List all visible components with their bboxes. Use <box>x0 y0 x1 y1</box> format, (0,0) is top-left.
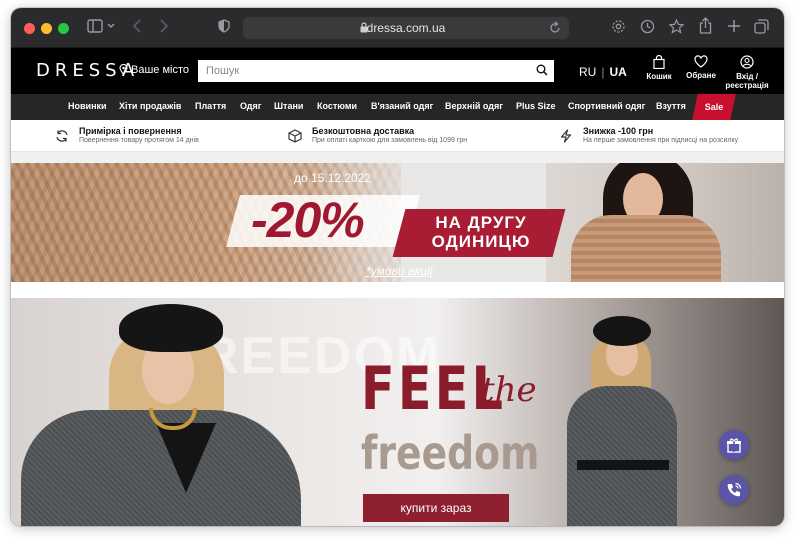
hero-model2-hat <box>593 316 651 346</box>
chevron-down-icon[interactable] <box>107 23 115 29</box>
back-icon[interactable] <box>132 19 142 33</box>
favorites-label: Обране <box>686 71 716 80</box>
hero-model2-coat <box>567 386 677 526</box>
lang-ua[interactable]: UA <box>609 65 626 79</box>
nav-item-shoes[interactable]: Взуття <box>656 101 686 111</box>
star-icon[interactable] <box>669 19 684 34</box>
forward-icon[interactable] <box>159 19 169 33</box>
promo-model-sweater <box>571 215 721 282</box>
promo-date: до 15.12.2022 <box>294 171 372 185</box>
hero-model1-collar <box>156 423 216 493</box>
share-icon[interactable] <box>699 17 712 34</box>
bag-icon <box>653 55 665 69</box>
gear-icon[interactable] <box>611 19 626 34</box>
nav-item-knitwear[interactable]: В'язаний одяг <box>371 101 433 111</box>
nav-item-sportswear[interactable]: Спортивний одяг <box>568 101 645 111</box>
nav-item-suits[interactable]: Костюми <box>317 101 357 111</box>
login-button[interactable]: Вхід / реєстрація <box>724 55 770 90</box>
url-text: dressa.com.ua <box>366 21 446 35</box>
login-label-line1: Вхід / <box>736 72 758 81</box>
nav-item-pants[interactable]: Штани <box>274 101 303 111</box>
heart-icon <box>694 55 708 68</box>
nav-item-dresses[interactable]: Плаття <box>195 101 226 111</box>
promo-percent: -20% <box>251 192 365 248</box>
shield-icon[interactable] <box>218 19 230 33</box>
gift-button[interactable] <box>719 430 749 460</box>
benefit-title: Безкоштовна доставка <box>312 126 415 136</box>
nav-item-outerwear[interactable]: Верхній одяг <box>445 101 503 111</box>
cart-label: Кошик <box>646 72 672 81</box>
city-label: Ваше місто <box>131 64 189 76</box>
hero-banner[interactable]: REEDOM FEEL the freedom купити зараз <box>11 298 784 526</box>
hero-title-freedom: freedom <box>361 426 540 480</box>
benefit-subtitle: При оплаті карткою для замовлень від 109… <box>312 137 468 144</box>
site-header: DRESSA Ваше місто RU|UA Кошик Об <box>11 48 784 94</box>
benefit-subtitle: Повернення товару протягом 14 днів <box>79 137 199 144</box>
lightning-icon <box>560 129 572 143</box>
zoom-window-button[interactable] <box>58 23 69 34</box>
sidebar-icon[interactable] <box>87 19 103 33</box>
gift-icon <box>727 438 741 453</box>
nav-item-bestsellers[interactable]: Хіти продажів <box>119 101 181 111</box>
close-window-button[interactable] <box>24 23 35 34</box>
search-icon[interactable] <box>536 64 548 76</box>
benefit-title: Примірка і повернення <box>79 126 182 136</box>
language-switcher: RU | UA <box>579 65 627 79</box>
promo-ribbon-text: НА ДРУГУ ОДИНИЦЮ <box>406 213 556 251</box>
lang-ru[interactable]: RU <box>579 65 596 79</box>
hero-model1-hat <box>119 304 223 352</box>
cart-button[interactable]: Кошик <box>644 55 674 81</box>
section-divider <box>11 282 784 298</box>
promo-terms-link[interactable]: *умови акції <box>366 264 432 278</box>
call-button[interactable] <box>719 475 749 505</box>
benefits-bar: Примірка і повернення Повернення товару … <box>11 120 784 152</box>
nav-item-plus-size[interactable]: Plus Size <box>516 101 556 111</box>
nav-item-new[interactable]: Новинки <box>68 101 107 111</box>
benefit-title: Знижка -100 грн <box>583 126 654 136</box>
phone-icon <box>727 482 742 497</box>
login-label-line2: реєстрація <box>725 81 769 90</box>
browser-window: dressa.com.ua DRESSA Ваше місто Пошук RU… <box>11 8 784 526</box>
nav-item-sale[interactable]: Sale <box>692 94 736 120</box>
city-selector[interactable]: Ваше місто <box>119 63 189 76</box>
ribbon-line2: ОДИНИЦЮ <box>431 232 531 251</box>
reload-icon[interactable] <box>549 21 561 34</box>
refresh-icon <box>56 130 68 142</box>
address-bar[interactable]: dressa.com.ua <box>243 17 569 39</box>
browser-toolbar: dressa.com.ua <box>11 8 784 48</box>
section-divider <box>11 152 784 163</box>
history-icon[interactable] <box>640 19 655 34</box>
benefit-subtitle: На перше замовлення при підписці на розс… <box>583 137 739 144</box>
search-input[interactable] <box>198 60 554 82</box>
nav-item-clothing[interactable]: Одяг <box>240 101 262 111</box>
nav-sale-label: Sale <box>704 102 724 112</box>
box-icon <box>288 129 302 143</box>
main-nav: Новинки Хіти продажів Плаття Одяг Штани … <box>11 94 784 120</box>
promo-banner[interactable]: до 15.12.2022 -20% НА ДРУГУ ОДИНИЦЮ *умо… <box>11 163 784 282</box>
hero-model2-belt <box>577 460 669 470</box>
location-pin-icon <box>119 63 128 76</box>
buy-now-button[interactable]: купити зараз <box>363 494 509 522</box>
ribbon-line1: НА ДРУГУ <box>435 213 527 232</box>
minimize-window-button[interactable] <box>41 23 52 34</box>
new-tab-icon[interactable] <box>727 19 741 33</box>
tab-overview-icon[interactable] <box>754 19 769 34</box>
user-icon <box>740 55 754 69</box>
lang-separator: | <box>601 65 605 79</box>
favorites-button[interactable]: Обране <box>683 55 719 80</box>
hero-title-the: the <box>481 370 537 410</box>
